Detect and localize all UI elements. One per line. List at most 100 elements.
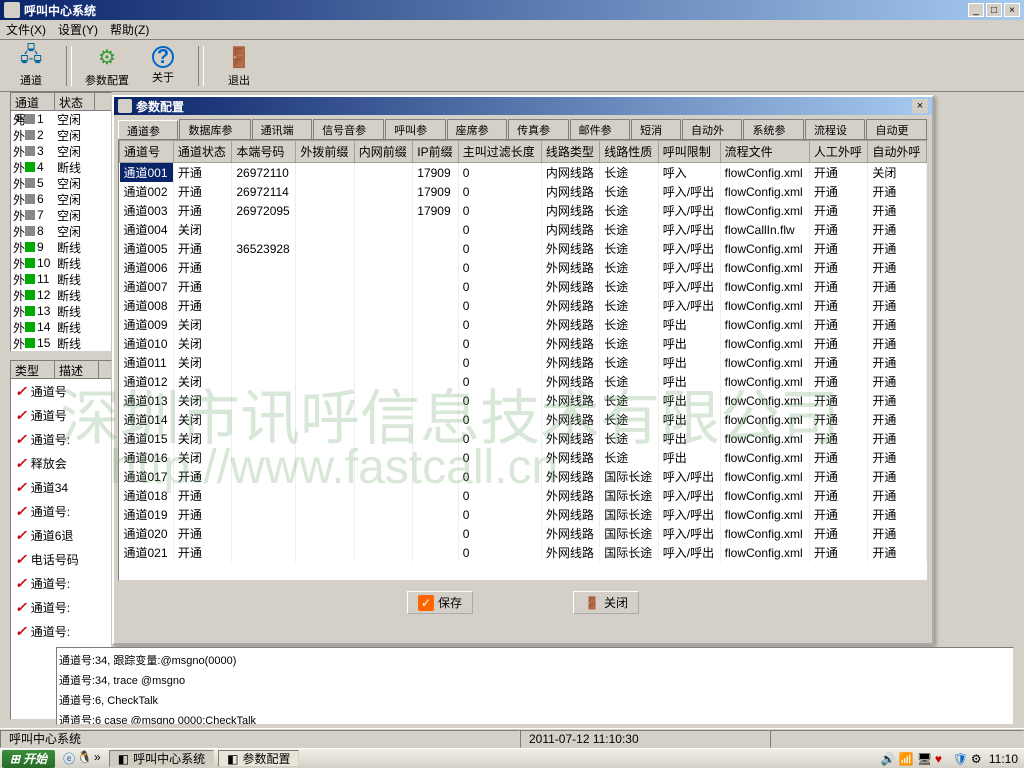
channel-row[interactable]: 外2空闲 bbox=[11, 127, 111, 143]
channel-row[interactable]: 外3空闲 bbox=[11, 143, 111, 159]
desktop-icon[interactable]: » bbox=[94, 750, 101, 767]
type-row[interactable]: ✓通道号: bbox=[11, 427, 111, 451]
save-button[interactable]: ✓ 保存 bbox=[407, 591, 473, 614]
grid-row[interactable]: 通道005开通365239280外网线路长途呼入/呼出flowConfig.xm… bbox=[120, 239, 927, 258]
type-row[interactable]: ✓释放会 bbox=[11, 451, 111, 475]
channel-row[interactable]: 外4断线 bbox=[11, 159, 111, 175]
menu-help[interactable]: 帮助(Z) bbox=[110, 21, 149, 38]
channel-row[interactable]: 外5空闲 bbox=[11, 175, 111, 191]
tab-8[interactable]: 短消息 bbox=[631, 119, 681, 139]
minimize-button[interactable]: _ bbox=[968, 3, 984, 17]
tray-icon[interactable]: 📶 bbox=[899, 752, 913, 766]
tab-5[interactable]: 座席参数 bbox=[447, 119, 507, 139]
type-row[interactable]: ✓通道号 bbox=[11, 379, 111, 403]
type-row[interactable]: ✓通道34 bbox=[11, 475, 111, 499]
type-row[interactable]: ✓通道号: bbox=[11, 595, 111, 619]
tool-channel[interactable]: 🖧 通道 bbox=[6, 42, 56, 90]
ie-icon[interactable]: ⓔ bbox=[63, 750, 75, 767]
grid-header[interactable]: 流程文件 bbox=[720, 141, 809, 163]
dialog-close-button[interactable]: × bbox=[912, 99, 928, 113]
grid-header[interactable]: 人工外呼 bbox=[809, 141, 867, 163]
tab-6[interactable]: 传真参数 bbox=[508, 119, 568, 139]
menu-settings[interactable]: 设置(Y) bbox=[58, 21, 98, 38]
tab-1[interactable]: 数据库参数 bbox=[179, 119, 250, 139]
close-dialog-button[interactable]: 🚪 关闭 bbox=[573, 591, 639, 614]
grid-header[interactable]: IP前缀 bbox=[413, 141, 458, 163]
tab-4[interactable]: 呼叫参数 bbox=[385, 119, 445, 139]
tray-icon[interactable]: 🛡 bbox=[953, 752, 967, 766]
grid-row[interactable]: 通道018开通0外网线路国际长途呼入/呼出flowConfig.xml开通开通 bbox=[120, 486, 927, 505]
tray-icon[interactable]: ♥ bbox=[935, 752, 949, 766]
channel-row[interactable]: 外12断线 bbox=[11, 287, 111, 303]
col-type[interactable]: 类型 bbox=[11, 361, 55, 378]
tab-3[interactable]: 信号音参数 bbox=[313, 119, 384, 139]
type-row[interactable]: ✓电话号码 bbox=[11, 547, 111, 571]
grid-row[interactable]: 通道017开通0外网线路国际长途呼入/呼出flowConfig.xml开通开通 bbox=[120, 467, 927, 486]
tray-icon[interactable]: 🖥 bbox=[917, 752, 931, 766]
channel-row[interactable]: 外10断线 bbox=[11, 255, 111, 271]
type-row[interactable]: ✓通道6退 bbox=[11, 523, 111, 547]
menu-file[interactable]: 文件(X) bbox=[6, 21, 46, 38]
col-desc[interactable]: 描述 bbox=[55, 361, 99, 378]
grid-header[interactable]: 主叫过滤长度 bbox=[458, 141, 541, 163]
grid-row[interactable]: 通道021开通0外网线路国际长途呼入/呼出flowConfig.xml开通开通 bbox=[120, 543, 927, 562]
grid-row[interactable]: 通道009关闭0外网线路长途呼出flowConfig.xml开通开通 bbox=[120, 315, 927, 334]
grid-row[interactable]: 通道007开通0外网线路长途呼入/呼出flowConfig.xml开通开通 bbox=[120, 277, 927, 296]
type-row[interactable]: ✓通道号: bbox=[11, 499, 111, 523]
channel-row[interactable]: 外14断线 bbox=[11, 319, 111, 335]
grid-header[interactable]: 外拨前缀 bbox=[296, 141, 354, 163]
col-status[interactable]: 状态 bbox=[55, 93, 95, 110]
tray-icon[interactable]: 🔊 bbox=[881, 752, 895, 766]
tool-exit[interactable]: 🚪 退出 bbox=[214, 42, 264, 90]
grid-row[interactable]: 通道003开通26972095179090内网线路长途呼入/呼出flowConf… bbox=[120, 201, 927, 220]
channel-row[interactable]: 外1空闲 bbox=[11, 111, 111, 127]
tool-about[interactable]: ? 关于 bbox=[138, 42, 188, 90]
grid[interactable]: 通道号通道状态本端号码外拨前缀内网前缀IP前缀主叫过滤长度线路类型线路性质呼叫限… bbox=[118, 139, 928, 581]
type-row[interactable]: ✓通道号 bbox=[11, 403, 111, 427]
tray-clock[interactable]: 11:10 bbox=[989, 752, 1018, 766]
channel-row[interactable]: 外8空闲 bbox=[11, 223, 111, 239]
tray-icon[interactable]: ⚙ bbox=[971, 752, 985, 766]
col-channel-no[interactable]: 通道号 bbox=[11, 93, 55, 110]
qq-icon[interactable]: 🐧 bbox=[77, 750, 92, 767]
close-button[interactable]: × bbox=[1004, 3, 1020, 17]
grid-row[interactable]: 通道015关闭0外网线路长途呼出flowConfig.xml开通开通 bbox=[120, 429, 927, 448]
grid-row[interactable]: 通道002开通26972114179090内网线路长途呼入/呼出flowConf… bbox=[120, 182, 927, 201]
channel-row[interactable]: 外7空闲 bbox=[11, 207, 111, 223]
dialog-title-bar[interactable]: 参数配置 × bbox=[114, 97, 932, 115]
grid-row[interactable]: 通道011关闭0外网线路长途呼出flowConfig.xml开通开通 bbox=[120, 353, 927, 372]
tab-0[interactable]: 通道参数 bbox=[118, 120, 178, 140]
grid-row[interactable]: 通道014关闭0外网线路长途呼出flowConfig.xml开通开通 bbox=[120, 410, 927, 429]
channel-row[interactable]: 外9断线 bbox=[11, 239, 111, 255]
tool-config[interactable]: ⚙ 参数配置 bbox=[82, 42, 132, 90]
grid-row[interactable]: 通道010关闭0外网线路长途呼出flowConfig.xml开通开通 bbox=[120, 334, 927, 353]
grid-row[interactable]: 通道013关闭0外网线路长途呼出flowConfig.xml开通开通 bbox=[120, 391, 927, 410]
tab-9[interactable]: 自动外呼 bbox=[682, 119, 742, 139]
grid-header[interactable]: 自动外呼 bbox=[868, 141, 927, 163]
grid-row[interactable]: 通道016关闭0外网线路长途呼出flowConfig.xml开通开通 bbox=[120, 448, 927, 467]
channel-row[interactable]: 外6空闲 bbox=[11, 191, 111, 207]
type-row[interactable]: ✓通道号: bbox=[11, 619, 111, 643]
grid-row[interactable]: 通道019开通0外网线路国际长途呼入/呼出flowConfig.xml开通开通 bbox=[120, 505, 927, 524]
tab-7[interactable]: 邮件参数 bbox=[570, 119, 630, 139]
channel-row[interactable]: 外15断线 bbox=[11, 335, 111, 351]
tab-12[interactable]: 自动更新 bbox=[866, 119, 926, 139]
grid-header[interactable]: 呼叫限制 bbox=[658, 141, 720, 163]
grid-header[interactable]: 通道号 bbox=[120, 141, 174, 163]
channel-row[interactable]: 外13断线 bbox=[11, 303, 111, 319]
grid-row[interactable]: 通道012关闭0外网线路长途呼出flowConfig.xml开通开通 bbox=[120, 372, 927, 391]
grid-row[interactable]: 通道004关闭0内网线路长途呼入/呼出flowCallIn.flw开通开通 bbox=[120, 220, 927, 239]
grid-header[interactable]: 线路类型 bbox=[541, 141, 599, 163]
task-item-config[interactable]: ◧ 参数配置 bbox=[218, 750, 299, 767]
tab-10[interactable]: 系统参数 bbox=[743, 119, 803, 139]
grid-header[interactable]: 本端号码 bbox=[232, 141, 296, 163]
grid-header[interactable]: 内网前缀 bbox=[354, 141, 412, 163]
tab-2[interactable]: 通讯端口 bbox=[252, 119, 312, 139]
grid-row[interactable]: 通道020开通0外网线路国际长途呼入/呼出flowConfig.xml开通开通 bbox=[120, 524, 927, 543]
maximize-button[interactable]: □ bbox=[986, 3, 1002, 17]
type-row[interactable]: ✓通道号: bbox=[11, 571, 111, 595]
grid-header[interactable]: 通道状态 bbox=[173, 141, 231, 163]
grid-row[interactable]: 通道008开通0外网线路长途呼入/呼出flowConfig.xml开通开通 bbox=[120, 296, 927, 315]
channel-row[interactable]: 外11断线 bbox=[11, 271, 111, 287]
grid-row[interactable]: 通道006开通0外网线路长途呼入/呼出flowConfig.xml开通开通 bbox=[120, 258, 927, 277]
